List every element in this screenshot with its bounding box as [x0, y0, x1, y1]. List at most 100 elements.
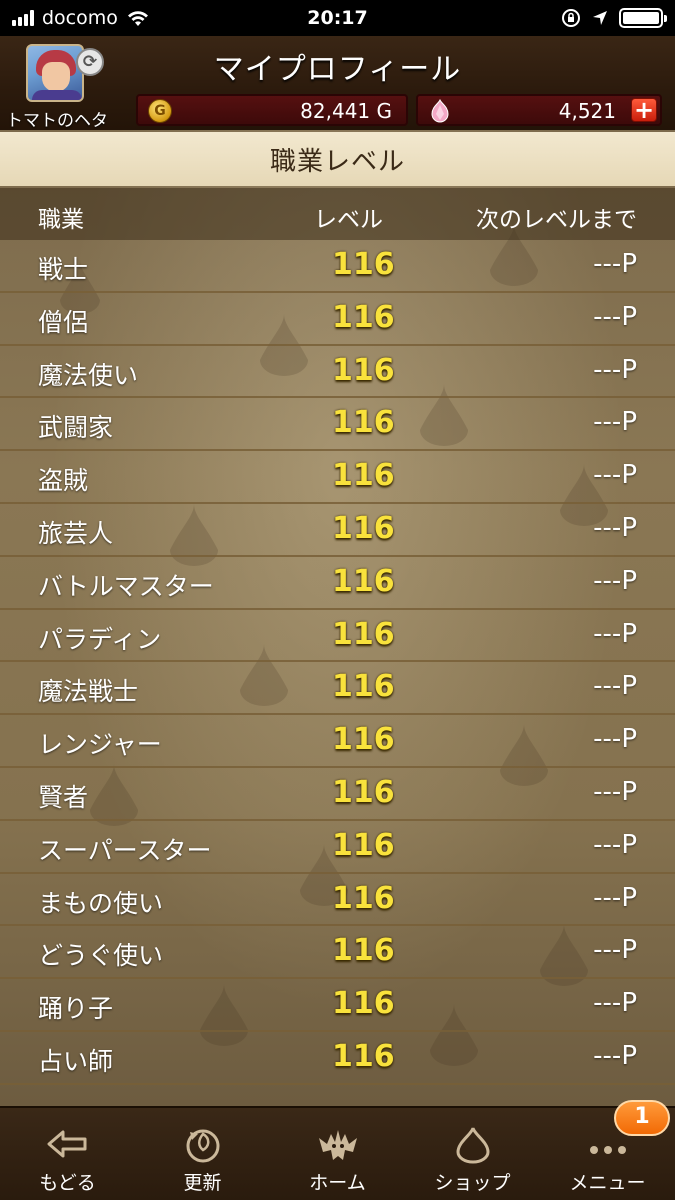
table-row[interactable]: 占い師 116 ---P [0, 1032, 675, 1085]
gem-icon [431, 98, 449, 123]
nav-shop-button[interactable]: ショップ [405, 1108, 540, 1200]
job-name: 盗賊 [38, 466, 89, 496]
job-level: 116 [332, 352, 395, 388]
job-name: 魔法戦士 [38, 677, 139, 707]
refresh-icon [186, 1129, 220, 1163]
battery-icon [619, 8, 667, 28]
gold-counter: G 82,441 G [136, 94, 408, 126]
points-to-next-level: ---P [593, 301, 637, 332]
section-title-bar: 職業レベル [0, 132, 675, 186]
table-row[interactable]: 魔法戦士 116 ---P [0, 662, 675, 716]
bottom-navigation: もどる 更新 ホーム ショップ メニュー [0, 1106, 675, 1200]
points-to-next-level: ---P [593, 460, 637, 491]
app-header: ⟳ トマトのヘタ マイプロフィール G 82,441 G 4,521 + [0, 36, 675, 131]
table-row[interactable]: 僧侶 116 ---P [0, 293, 675, 346]
gold-value: 82,441 G [300, 99, 392, 123]
rotation-lock-icon [562, 9, 580, 27]
page-title: マイプロフィール [213, 52, 462, 87]
nav-back-label: もどる [39, 1172, 96, 1194]
job-level: 116 [332, 405, 395, 441]
points-to-next-level: ---P [593, 512, 637, 543]
gold-coin-icon: G [148, 99, 172, 123]
points-to-next-level: ---P [593, 935, 637, 966]
points-to-next-level: ---P [593, 724, 637, 755]
table-header: 職業 レベル 次のレベルまで [0, 188, 675, 240]
points-to-next-level: ---P [593, 618, 637, 649]
nav-home-label: ホーム [309, 1172, 366, 1194]
job-name: パラディン [38, 624, 162, 654]
job-name: 戦士 [38, 255, 89, 284]
table-row[interactable]: まもの使い 116 ---P [0, 874, 675, 927]
points-to-next-level: ---P [593, 882, 637, 913]
table-row[interactable]: 賢者 116 ---P [0, 768, 675, 821]
job-level: 116 [332, 722, 395, 758]
points-to-next-level: ---P [593, 1040, 637, 1071]
job-level-list[interactable]: 戦士 116 ---P 僧侶 116 ---P 魔法使い 116 ---P 武闘家 116 ---P 盗… [0, 240, 675, 1085]
dragon-home-icon [319, 1130, 357, 1160]
job-level: 116 [332, 563, 395, 599]
job-name: 賢者 [38, 782, 89, 812]
job-level: 116 [332, 1038, 395, 1074]
table-row[interactable]: レンジャー 116 ---P [0, 715, 675, 768]
gem-counter: 4,521 + [416, 94, 662, 126]
status-bar: docomo 20:17 [0, 0, 675, 36]
job-level: 116 [332, 458, 395, 494]
table-row[interactable]: 武闘家 116 ---P [0, 398, 675, 452]
job-name: 僧侶 [38, 307, 89, 337]
table-row[interactable]: 盗賊 116 ---P [0, 451, 675, 504]
points-to-next-level: ---P [593, 565, 637, 596]
points-to-next-level: ---P [593, 407, 637, 438]
job-level: 116 [332, 669, 395, 705]
job-name: 旅芸人 [38, 518, 114, 548]
job-level: 116 [332, 827, 395, 863]
points-to-next-level: ---P [593, 354, 637, 385]
column-header-next: 次のレベルまで [476, 207, 637, 233]
job-name: バトルマスター [38, 571, 214, 601]
job-name: 武闘家 [38, 413, 114, 443]
job-name: まもの使い [38, 888, 164, 918]
column-header-job: 職業 [38, 207, 84, 233]
table-row[interactable]: 戦士 116 ---P [0, 240, 675, 293]
section-title: 職業レベル [269, 146, 405, 177]
table-row[interactable]: どうぐ使い 116 ---P [0, 926, 675, 980]
table-row[interactable]: 旅芸人 116 ---P [0, 504, 675, 557]
table-row[interactable]: 魔法使い 116 ---P [0, 346, 675, 399]
location-icon [593, 11, 607, 25]
column-header-level: レベル [314, 207, 383, 233]
table-row[interactable]: パラディン 116 ---P [0, 610, 675, 663]
job-name: 魔法使い [38, 360, 139, 390]
job-level: 116 [332, 986, 395, 1022]
nav-refresh-label: 更新 [183, 1172, 222, 1194]
nav-shop-label: ショップ [434, 1172, 511, 1194]
points-to-next-level: ---P [593, 671, 637, 702]
job-level: 116 [332, 933, 395, 969]
points-to-next-level: ---P [593, 249, 637, 279]
back-arrow-icon [47, 1130, 87, 1158]
job-name: 踊り子 [38, 994, 114, 1024]
table-row[interactable]: スーパースター 116 ---P [0, 821, 675, 874]
job-level: 116 [332, 247, 395, 282]
gem-value: 4,521 [558, 99, 616, 123]
job-level: 116 [332, 774, 395, 810]
player-name: トマトのヘタ [6, 111, 108, 131]
job-level: 116 [332, 510, 395, 546]
nav-back-button[interactable]: もどる [0, 1108, 135, 1200]
status-right [561, 0, 667, 36]
table-row[interactable]: バトルマスター 116 ---P [0, 557, 675, 610]
nav-refresh-button[interactable]: 更新 [135, 1108, 270, 1200]
slime-shop-icon [456, 1127, 490, 1164]
job-name: スーパースター [38, 835, 212, 865]
menu-notification-badge: 1 [614, 1100, 670, 1136]
table-row[interactable]: 踊り子 116 ---P [0, 979, 675, 1032]
nav-menu-label: メニュー [569, 1172, 646, 1194]
points-to-next-level: ---P [593, 829, 637, 860]
nav-home-button[interactable]: ホーム [270, 1108, 405, 1200]
job-name: レンジャー [38, 730, 162, 760]
job-level: 116 [332, 616, 395, 652]
job-level: 116 [332, 880, 395, 916]
add-gems-button[interactable]: + [631, 98, 657, 122]
points-to-next-level: ---P [593, 776, 637, 807]
job-name: 占い師 [38, 1046, 114, 1076]
job-level-panel: 職業レベル 職業 レベル 次のレベルまで 戦士 116 ---P 僧侶 116 ---P 魔… [0, 130, 675, 1106]
job-level: 116 [332, 299, 395, 335]
